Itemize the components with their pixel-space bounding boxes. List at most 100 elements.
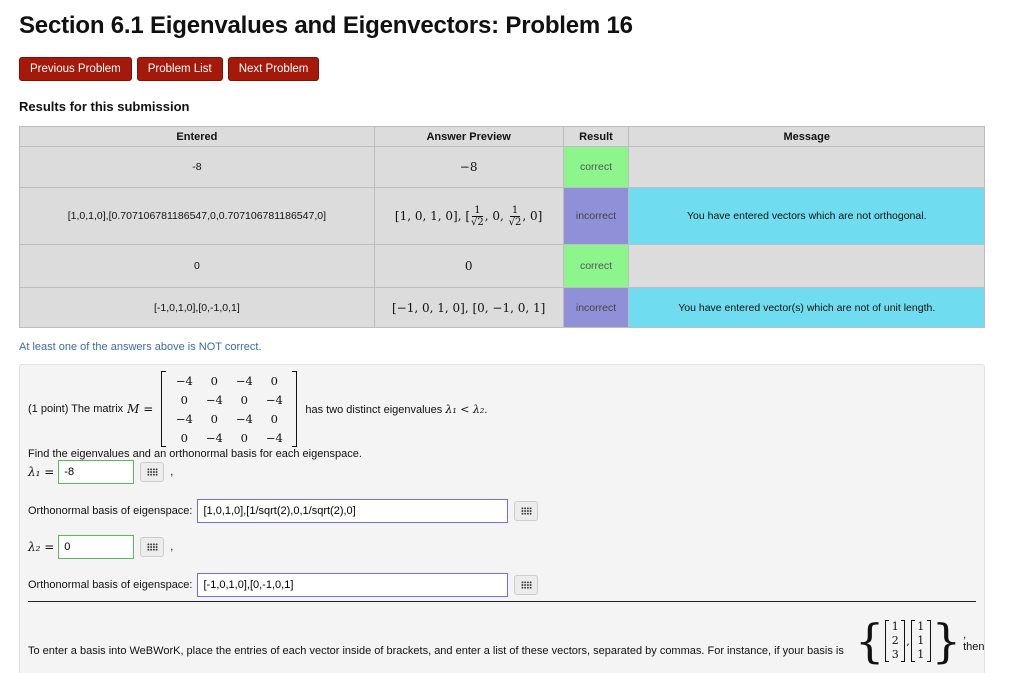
preview-mid: , 0, <box>484 208 508 223</box>
message-cell <box>628 244 985 288</box>
grid-icon <box>520 581 532 589</box>
matrix-m: −4 0 −4 0 0 −4 0 −4 −4 0 −4 0 0 −4 0 −4 <box>161 371 298 447</box>
grid-icon <box>146 468 158 476</box>
table-row: 0 0 correct <box>19 244 985 288</box>
matrix-cell: −4 <box>175 411 193 426</box>
find-instruction: Find the eigenvalues and an orthonormal … <box>28 448 362 460</box>
header-answer-preview: Answer Preview <box>373 126 564 147</box>
header-entered: Entered <box>19 126 375 147</box>
matrix-cell: 0 <box>210 373 218 388</box>
vector-entry: 1 <box>917 648 925 661</box>
table-row: [1,0,1,0],[0.707106781186547,0,0.7071067… <box>19 187 985 245</box>
table-row: -8 −8 correct <box>19 146 985 188</box>
example-vector-1: 1 2 3 <box>885 620 906 662</box>
lambda1-input[interactable] <box>58 460 135 484</box>
preview-cell: −8 <box>373 146 564 188</box>
comma: , <box>170 541 174 553</box>
matrix-cell: 0 <box>240 430 248 445</box>
basis1-input[interactable] <box>197 499 509 523</box>
matrix-symbol: M = <box>127 402 154 416</box>
preview-cell: [−1, 0, 1, 0], [0, −1, 0, 1] <box>373 287 564 328</box>
example-vector-2: 1 1 1 <box>910 620 931 662</box>
header-message: Message <box>628 126 985 147</box>
vector-entry: 1 <box>917 634 925 647</box>
problem-intro: (1 point) The matrix <box>28 403 124 415</box>
basis1-label: Orthonormal basis of eigenspace: <box>28 505 193 517</box>
matrix-cell: 0 <box>180 430 188 445</box>
matrix-cell: −4 <box>265 392 283 407</box>
lambda1-row: λ₁ = , <box>28 460 173 484</box>
eigenvalue-period: . <box>484 403 488 416</box>
entered-cell: -8 <box>19 146 375 188</box>
problem-panel: (1 point) The matrix M = −4 0 −4 0 0 −4 0 −4 −… <box>19 364 985 673</box>
basis2-row: Orthonormal basis of eigenspace: <box>28 573 539 597</box>
lambda2-input[interactable] <box>58 535 135 559</box>
results-table: Entered Answer Preview Result Message -8… <box>19 126 985 328</box>
message-cell: You have entered vector(s) which are not… <box>628 287 985 328</box>
fraction-numerator: 1 <box>472 204 483 217</box>
right-brace: } <box>931 614 962 668</box>
example-basis: { 1 2 3 , 1 1 1 } , then <box>855 618 984 664</box>
basis2-input[interactable] <box>197 573 509 597</box>
matrix-cell: −4 <box>235 411 253 426</box>
equation-editor-button[interactable] <box>140 462 165 482</box>
vector-entry: 3 <box>891 648 899 661</box>
vector-entry: 1 <box>891 620 899 633</box>
fraction-denominator: √2 <box>508 216 522 228</box>
basis2-label: Orthonormal basis of eigenspace: <box>28 579 193 591</box>
preview-prefix: [1, 0, 1, 0], [ <box>394 208 471 223</box>
fraction-denominator: √2 <box>471 216 484 228</box>
result-cell: incorrect <box>562 187 630 245</box>
result-cell: correct <box>562 244 630 288</box>
equation-editor-button[interactable] <box>140 537 165 557</box>
preview-suffix: , 0] <box>522 208 543 223</box>
status-message: At least one of the answers above is NOT… <box>19 341 262 353</box>
page-title: Section 6.1 Eigenvalues and Eigenvectors… <box>19 12 633 39</box>
entered-cell: [1,0,1,0],[0.707106781186547,0,0.7071067… <box>19 187 375 245</box>
results-header-row: Entered Answer Preview Result Message <box>19 126 985 147</box>
basis1-row: Orthonormal basis of eigenspace: <box>28 499 539 523</box>
fraction: 1 √2 <box>471 205 484 228</box>
equation-editor-button[interactable] <box>514 501 539 521</box>
eigenvalue-inequality: λ₁ < λ₂ <box>445 402 485 416</box>
divider <box>28 601 976 602</box>
previous-problem-button[interactable]: Previous Problem <box>19 57 132 81</box>
left-brace: { <box>855 614 885 668</box>
grid-icon <box>146 543 158 551</box>
results-heading: Results for this submission <box>19 99 190 114</box>
lambda2-row: λ₂ = , <box>28 535 173 559</box>
preview-cell: [1, 0, 1, 0], [1 √2, 0, 1 √2, 0] <box>373 187 564 245</box>
then-text: , then <box>963 629 985 653</box>
preview-cell: 0 <box>373 244 564 288</box>
vector-entry: 2 <box>891 634 899 647</box>
matrix-cell: 0 <box>210 411 218 426</box>
comma: , <box>906 634 910 648</box>
result-cell: correct <box>562 146 630 188</box>
eigenvalue-text: has two distinct eigenvalues <box>305 403 443 416</box>
entered-cell: 0 <box>19 244 375 288</box>
next-problem-button[interactable]: Next Problem <box>227 57 320 81</box>
message-cell <box>628 146 985 188</box>
lambda1-label: λ₁ = <box>28 465 55 479</box>
equation-editor-button[interactable] <box>514 575 539 595</box>
matrix-cell: 0 <box>180 392 188 407</box>
matrix-cell: −4 <box>205 392 223 407</box>
fraction: 1 √2 <box>509 205 522 228</box>
matrix-cell: −4 <box>175 373 193 388</box>
matrix-statement: (1 point) The matrix M = −4 0 −4 0 0 −4 0 −4 −… <box>28 371 487 447</box>
grid-icon <box>520 507 532 515</box>
result-cell: incorrect <box>562 287 630 328</box>
problem-navigation: Previous Problem Problem List Next Probl… <box>19 57 320 81</box>
matrix-cell: −4 <box>235 373 253 388</box>
header-result: Result <box>562 126 630 147</box>
vector-entry: 1 <box>917 620 925 633</box>
lambda2-label: λ₂ = <box>28 540 55 554</box>
problem-list-button[interactable]: Problem List <box>136 57 223 81</box>
matrix-cell: 0 <box>270 411 278 426</box>
matrix-cell: −4 <box>205 430 223 445</box>
eigenvalue-statement: has two distinct eigenvalues λ₁ < λ₂. <box>305 403 487 416</box>
fraction-numerator: 1 <box>509 204 521 217</box>
matrix-cell: 0 <box>270 373 278 388</box>
matrix-cell: −4 <box>265 430 283 445</box>
basis-instructions: To enter a basis into WeBWorK, place the… <box>28 645 844 657</box>
